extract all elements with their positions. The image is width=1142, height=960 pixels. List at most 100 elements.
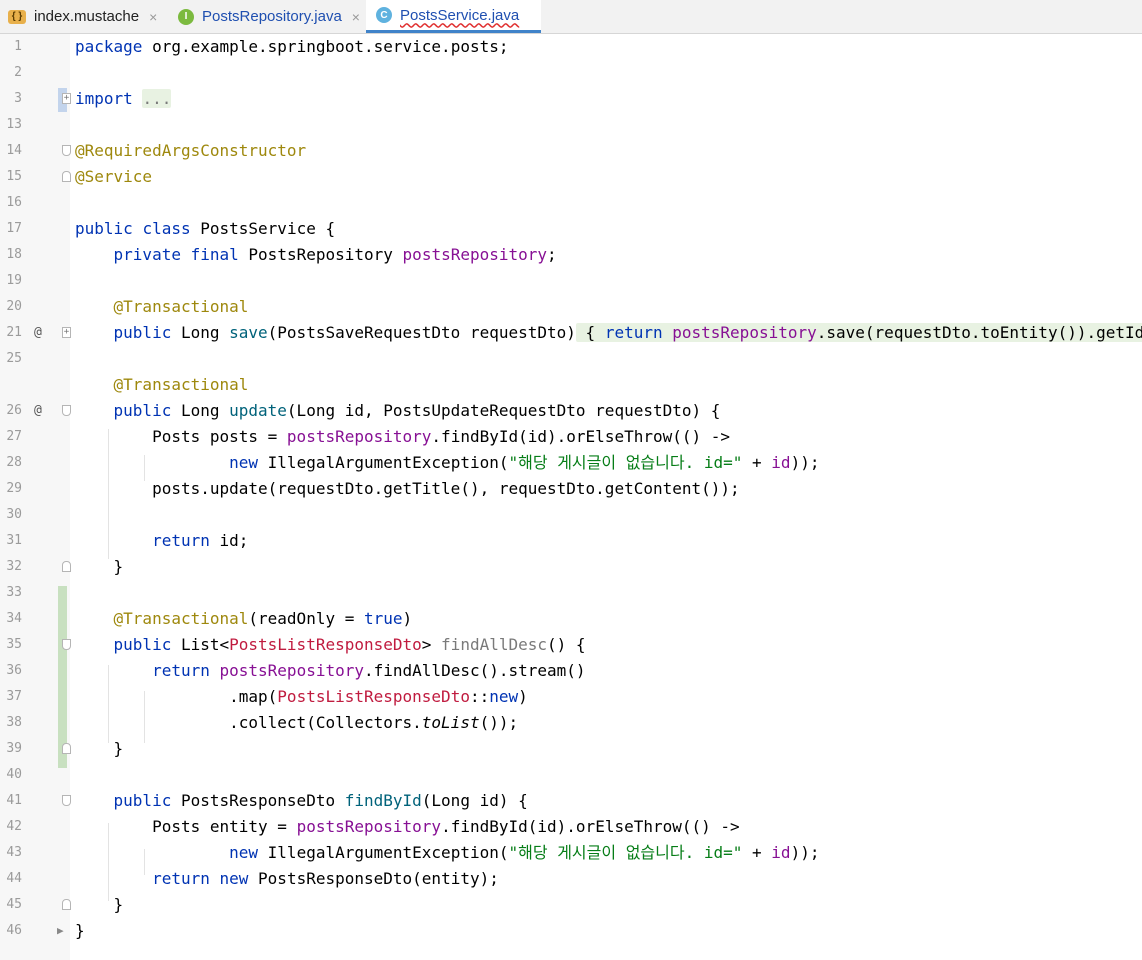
code-line: 46 ▶ } — [0, 918, 1142, 944]
code-line: 29 posts.update(requestDto.getTitle(), r… — [0, 476, 1142, 502]
code-text[interactable]: public PostsResponseDto findById(Long id… — [75, 788, 528, 814]
close-icon[interactable]: × — [352, 9, 360, 25]
line-number: 21 — [6, 325, 22, 340]
mustache-file-icon: { } — [8, 9, 26, 24]
line-number: 43 — [6, 845, 22, 860]
code-line: 18 private final PostsRepository postsRe… — [0, 242, 1142, 268]
code-line: 13 — [0, 112, 1142, 138]
code-text[interactable]: public List<PostsListResponseDto> findAl… — [75, 632, 586, 658]
fold-end-icon[interactable] — [62, 743, 71, 754]
line-number: 32 — [6, 559, 22, 574]
tab-posts-repository[interactable]: I PostsRepository.java × — [178, 0, 366, 33]
code-text[interactable]: .collect(Collectors.toList()); — [75, 710, 518, 736]
code-text[interactable]: posts.update(requestDto.getTitle(), requ… — [75, 476, 740, 502]
code-line: 17 public class PostsService { — [0, 216, 1142, 242]
line-number: 14 — [6, 143, 22, 158]
code-text[interactable]: } — [75, 736, 124, 762]
line-number: 2 — [14, 65, 22, 80]
line-number: 3 — [14, 91, 22, 106]
code-line: 32 } — [0, 554, 1142, 580]
fold-collapse-icon[interactable] — [62, 145, 71, 156]
tab-posts-service[interactable]: C PostsService.java — [366, 0, 541, 33]
code-line: 19 — [0, 268, 1142, 294]
line-number: 33 — [6, 585, 22, 600]
code-text[interactable]: public Long save(PostsSaveRequestDto req… — [75, 320, 1142, 346]
class-icon: C — [376, 7, 392, 23]
run-marker-icon[interactable]: ▶ — [57, 918, 64, 944]
line-number: 26 — [6, 403, 22, 418]
code-line: 42 Posts entity = postsRepository.findBy… — [0, 814, 1142, 840]
code-line: 37 .map(PostsListResponseDto::new) — [0, 684, 1142, 710]
code-text[interactable]: private final PostsRepository postsRepos… — [75, 242, 557, 268]
line-number: 41 — [6, 793, 22, 808]
code-line: 35 public List<PostsListResponseDto> fin… — [0, 632, 1142, 658]
code-line: 45 } — [0, 892, 1142, 918]
code-line: 27 Posts posts = postsRepository.findByI… — [0, 424, 1142, 450]
code-line: 2 — [0, 60, 1142, 86]
code-text[interactable]: new IllegalArgumentException("해당 게시글이 없습… — [75, 840, 819, 866]
line-number: 34 — [6, 611, 22, 626]
code-line: 21 @ + public Long save(PostsSaveRequest… — [0, 320, 1142, 346]
fold-collapse-icon[interactable] — [62, 795, 71, 806]
code-text[interactable]: } — [75, 918, 85, 944]
code-text[interactable]: import ... — [75, 86, 172, 112]
code-text[interactable]: .map(PostsListResponseDto::new) — [75, 684, 528, 710]
code-line: 38 .collect(Collectors.toList()); — [0, 710, 1142, 736]
code-line: 15 @Service — [0, 164, 1142, 190]
code-text[interactable]: package org.example.springboot.service.p… — [75, 34, 508, 60]
folded-imports: ... — [142, 89, 172, 108]
code-line: 16 — [0, 190, 1142, 216]
override-marker-icon[interactable]: @ — [34, 398, 42, 424]
code-text[interactable]: } — [75, 554, 124, 580]
editor-tab-bar: { } index.mustache × I PostsRepository.j… — [0, 0, 1142, 34]
line-number: 37 — [6, 689, 22, 704]
code-line: 36 return postsRepository.findAllDesc().… — [0, 658, 1142, 684]
code-line: 43 new IllegalArgumentException("해당 게시글이… — [0, 840, 1142, 866]
code-line: 3 + import ... — [0, 86, 1142, 112]
code-line: 25 — [0, 346, 1142, 372]
code-line: 34 @Transactional(readOnly = true) — [0, 606, 1142, 632]
tab-label: index.mustache — [34, 8, 140, 25]
line-number: 36 — [6, 663, 22, 678]
code-text[interactable]: Posts posts = postsRepository.findById(i… — [75, 424, 730, 450]
line-number: 1 — [14, 39, 22, 54]
fold-end-icon[interactable] — [62, 561, 71, 572]
fold-end-icon[interactable] — [62, 171, 71, 182]
code-line: 40 — [0, 762, 1142, 788]
code-text[interactable]: @Transactional(readOnly = true) — [75, 606, 413, 632]
line-number: 15 — [6, 169, 22, 184]
line-number: 45 — [6, 897, 22, 912]
code-line: 31 return id; — [0, 528, 1142, 554]
override-marker-icon[interactable]: @ — [34, 320, 42, 346]
fold-expand-icon[interactable]: + — [62, 327, 71, 338]
fold-expand-icon[interactable]: + — [62, 93, 71, 104]
tab-index-mustache[interactable]: { } index.mustache × — [8, 0, 166, 33]
code-line: 28 new IllegalArgumentException("해당 게시글이… — [0, 450, 1142, 476]
code-text[interactable]: @Transactional — [75, 372, 249, 398]
line-number: 44 — [6, 871, 22, 886]
fold-end-icon[interactable] — [62, 899, 71, 910]
code-line: 25 @Transactional — [0, 372, 1142, 398]
code-text[interactable]: return new PostsResponseDto(entity); — [75, 866, 499, 892]
line-number: 27 — [6, 429, 22, 444]
code-text[interactable]: return id; — [75, 528, 248, 554]
code-line: 14 @RequiredArgsConstructor — [0, 138, 1142, 164]
code-text[interactable]: public class PostsService { — [75, 216, 335, 242]
line-number: 28 — [6, 455, 22, 470]
code-text[interactable]: new IllegalArgumentException("해당 게시글이 없습… — [75, 450, 819, 476]
code-text[interactable]: @Transactional — [75, 294, 249, 320]
line-number: 46 — [6, 923, 22, 938]
code-line: 26 @ public Long update(Long id, PostsUp… — [0, 398, 1142, 424]
fold-collapse-icon[interactable] — [62, 639, 71, 650]
line-number: 29 — [6, 481, 22, 496]
code-text[interactable]: public Long update(Long id, PostsUpdateR… — [75, 398, 721, 424]
line-number: 17 — [6, 221, 22, 236]
code-text[interactable]: Posts entity = postsRepository.findById(… — [75, 814, 740, 840]
code-text[interactable]: @Service — [75, 164, 152, 190]
code-text[interactable]: } — [75, 892, 124, 918]
code-text[interactable]: @RequiredArgsConstructor — [75, 138, 306, 164]
fold-collapse-icon[interactable] — [62, 405, 71, 416]
close-icon[interactable]: × — [149, 9, 157, 25]
line-number: 40 — [6, 767, 22, 782]
code-text[interactable]: return postsRepository.findAllDesc().str… — [75, 658, 586, 684]
